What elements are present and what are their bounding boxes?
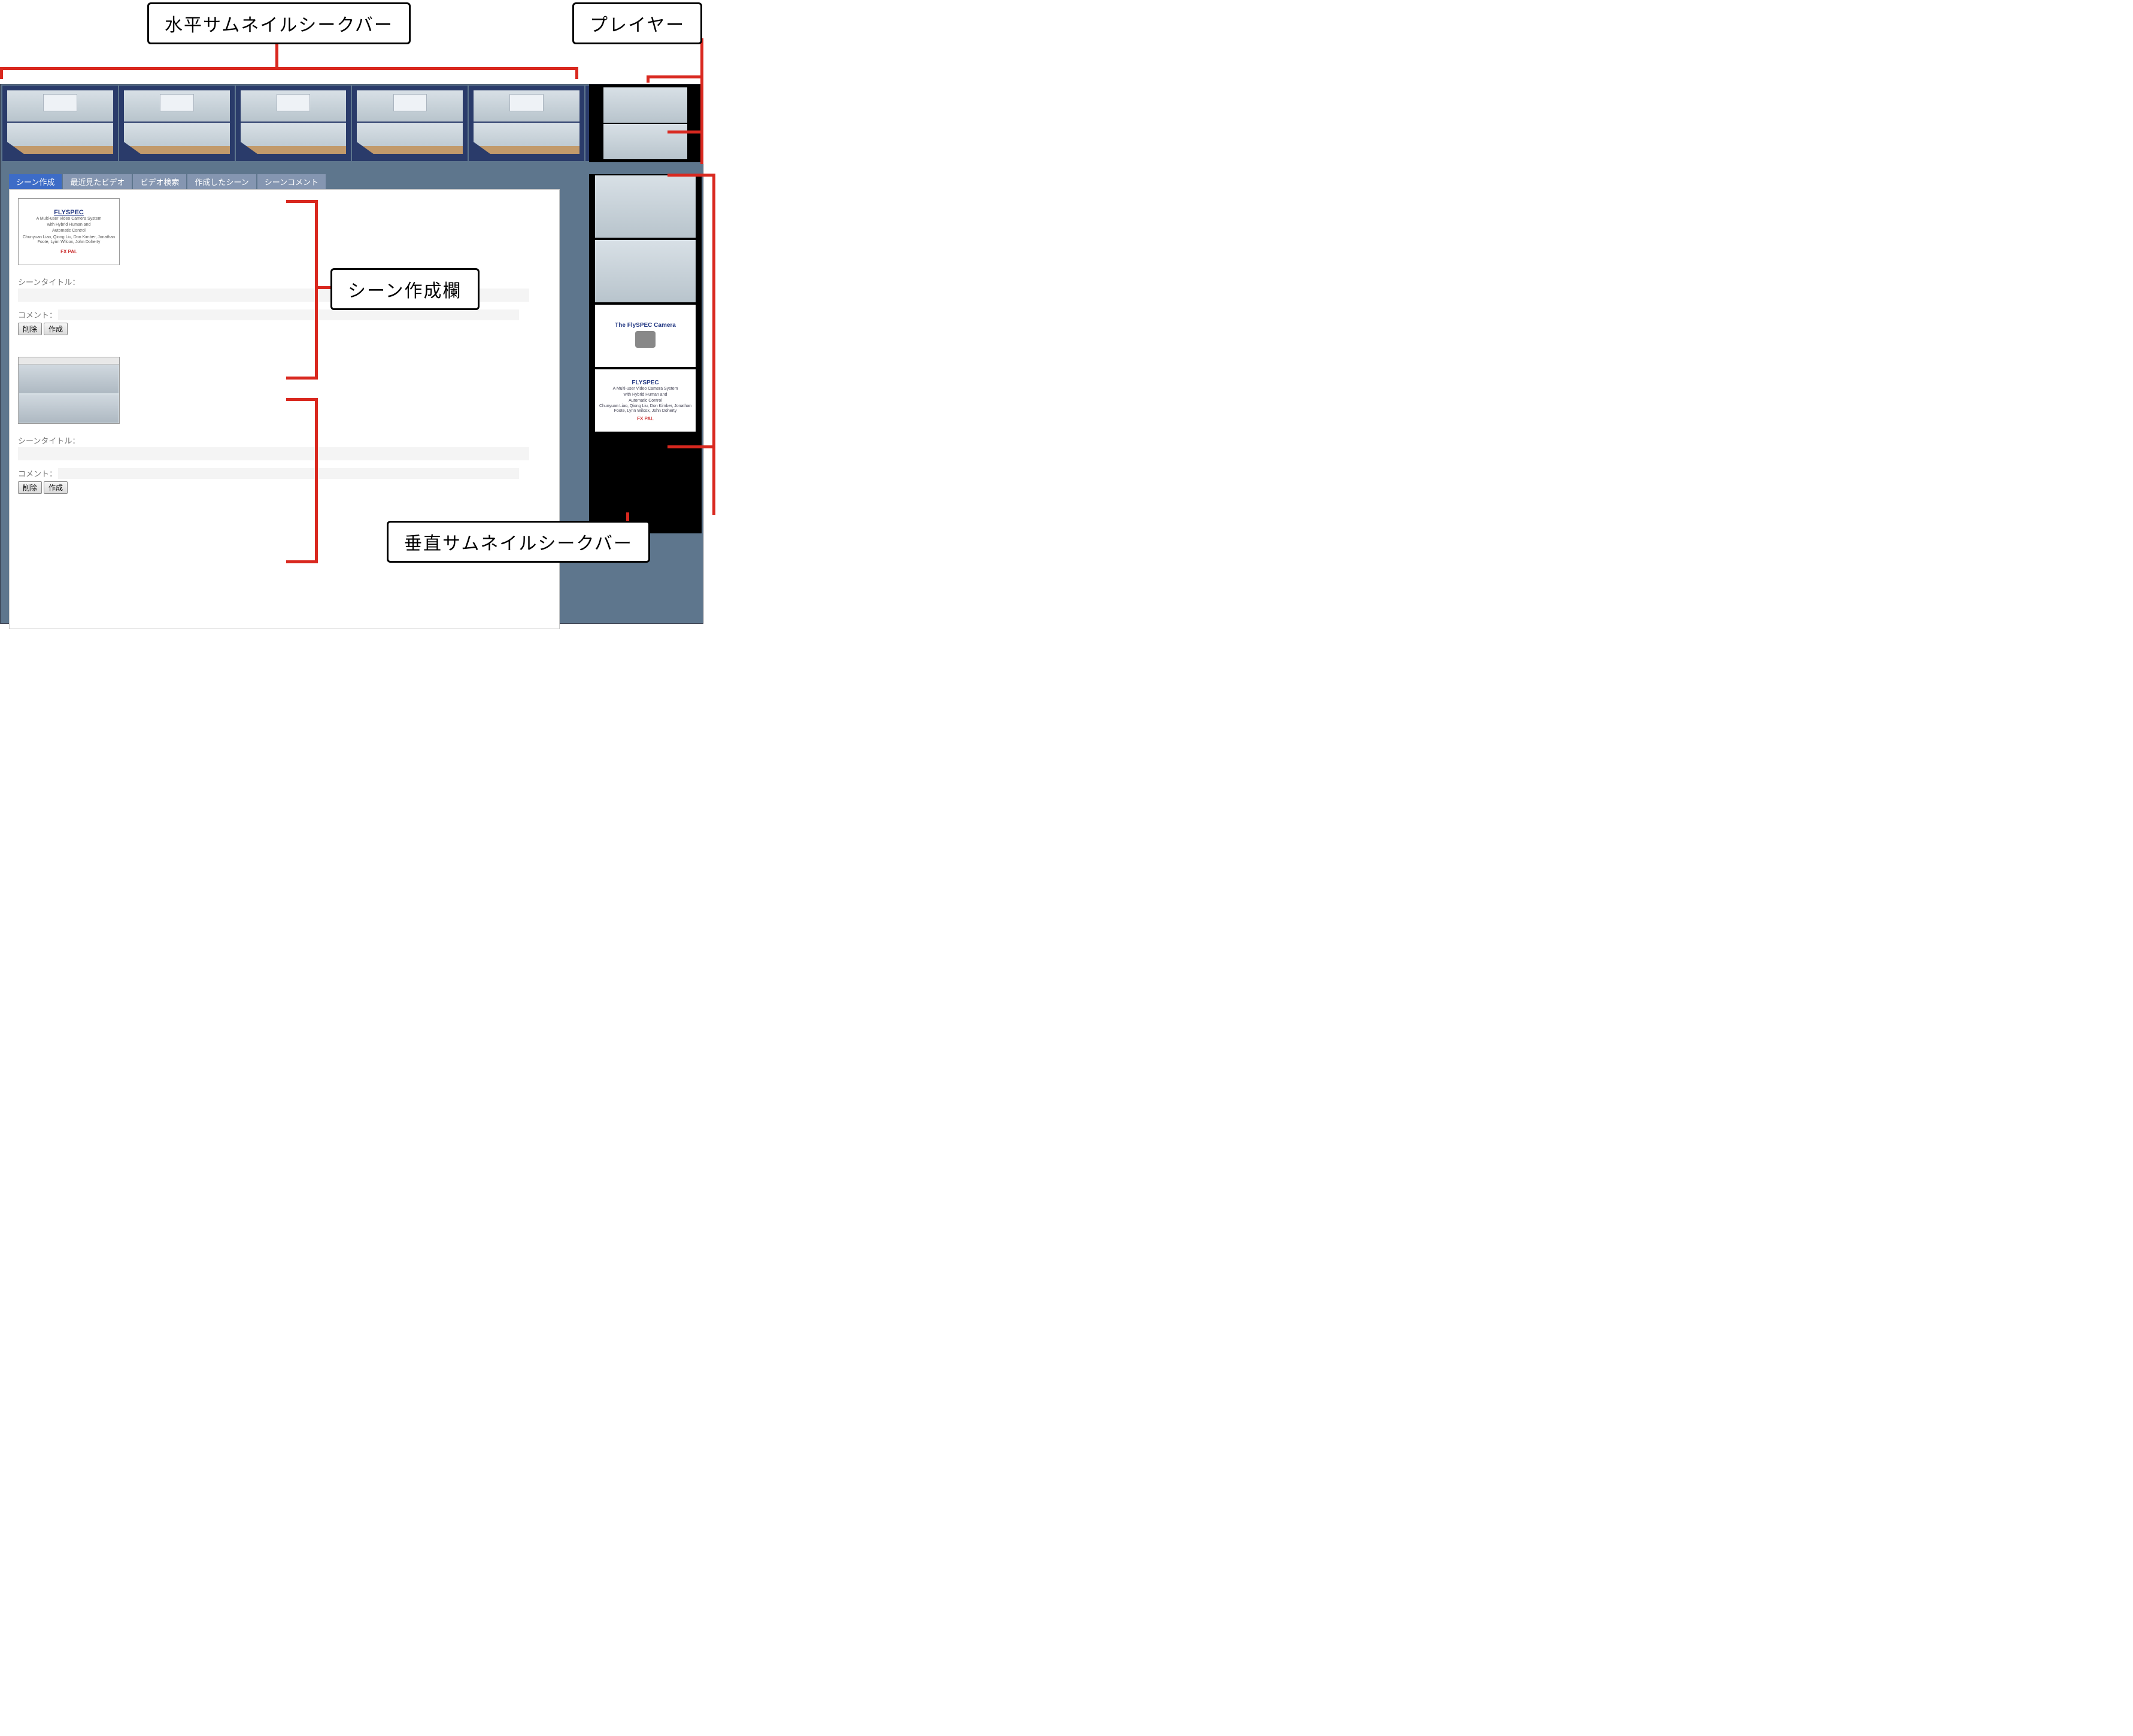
slide-sub: with Hybrid Human and bbox=[47, 223, 91, 227]
slide-logo: FX PAL bbox=[637, 416, 654, 421]
comment-input[interactable] bbox=[58, 309, 519, 320]
create-button[interactable]: 作成 bbox=[44, 481, 68, 494]
tab-video-search[interactable]: ビデオ検索 bbox=[133, 174, 186, 189]
vertical-thumb-slide-flyspec[interactable]: FLYSPEC A Multi-user Video Camera System… bbox=[595, 369, 696, 432]
slide-sub: A Multi-user Video Camera System bbox=[613, 387, 678, 391]
horizontal-thumb[interactable] bbox=[352, 86, 468, 161]
create-button[interactable]: 作成 bbox=[44, 323, 68, 335]
slide-sub: Automatic Control bbox=[629, 399, 662, 403]
horizontal-thumb[interactable] bbox=[469, 86, 584, 161]
scene-form-block: シーンタイトル： コメント： 削除 作成 bbox=[18, 357, 551, 494]
horizontal-thumb[interactable] bbox=[2, 86, 118, 161]
slide-sub: with Hybrid Human and bbox=[624, 393, 667, 397]
slide-authors: Chunyuan Liao, Qiong Liu, Don Kimber, Jo… bbox=[597, 404, 693, 413]
slide-title: FLYSPEC bbox=[632, 380, 659, 386]
comment-label: コメント： bbox=[18, 468, 57, 479]
vertical-thumb[interactable] bbox=[595, 175, 696, 238]
delete-button[interactable]: 削除 bbox=[18, 323, 42, 335]
slide-authors: Chunyuan Liao, Qiong Liu, Don Kimber, Jo… bbox=[19, 235, 119, 245]
callout-scene-create: シーン作成欄 bbox=[330, 268, 480, 310]
tab-recent-videos[interactable]: 最近見たビデオ bbox=[63, 174, 132, 189]
comment-label: コメント： bbox=[18, 309, 57, 320]
comment-input[interactable] bbox=[58, 468, 519, 479]
scene-create-panel: FLYSPEC A Multi-user Video Camera System… bbox=[9, 189, 560, 629]
callout-player: プレイヤー bbox=[572, 2, 702, 44]
scene-thumbnail[interactable]: FLYSPEC A Multi-user Video Camera System… bbox=[18, 198, 120, 265]
callout-vertical-seekbar: 垂直サムネイルシークバー bbox=[387, 521, 650, 563]
scene-title-label: シーンタイトル： bbox=[18, 435, 551, 446]
horizontal-thumb[interactable] bbox=[119, 86, 235, 161]
slide-sub: A Multi-user Video Camera System bbox=[37, 217, 102, 221]
tab-scene-create[interactable]: シーン作成 bbox=[9, 174, 62, 189]
scene-title-input[interactable] bbox=[18, 447, 529, 460]
slide-title: FLYSPEC bbox=[54, 209, 84, 216]
camera-icon bbox=[635, 331, 656, 348]
slide-logo: FX PAL bbox=[60, 249, 77, 254]
tab-scene-comments[interactable]: シーンコメント bbox=[257, 174, 326, 189]
scene-form-block: FLYSPEC A Multi-user Video Camera System… bbox=[18, 198, 551, 335]
tab-bar: シーン作成 最近見たビデオ ビデオ検索 作成したシーン シーンコメント bbox=[9, 174, 560, 189]
vertical-thumb-slide-camera[interactable]: The FlySPEC Camera bbox=[595, 305, 696, 367]
scene-thumbnail[interactable] bbox=[18, 357, 120, 424]
vertical-thumb[interactable] bbox=[595, 240, 696, 302]
delete-button[interactable]: 削除 bbox=[18, 481, 42, 494]
tab-created-scenes[interactable]: 作成したシーン bbox=[187, 174, 256, 189]
horizontal-thumb[interactable] bbox=[236, 86, 351, 161]
callout-horizontal-seekbar: 水平サムネイルシークバー bbox=[147, 2, 411, 44]
video-player[interactable] bbox=[589, 84, 702, 162]
slide-sub: Automatic Control bbox=[52, 229, 86, 233]
vertical-thumbnail-seekbar[interactable]: The FlySPEC Camera FLYSPEC A Multi-user … bbox=[589, 174, 702, 533]
slide-title: The FlySPEC Camera bbox=[615, 322, 676, 329]
